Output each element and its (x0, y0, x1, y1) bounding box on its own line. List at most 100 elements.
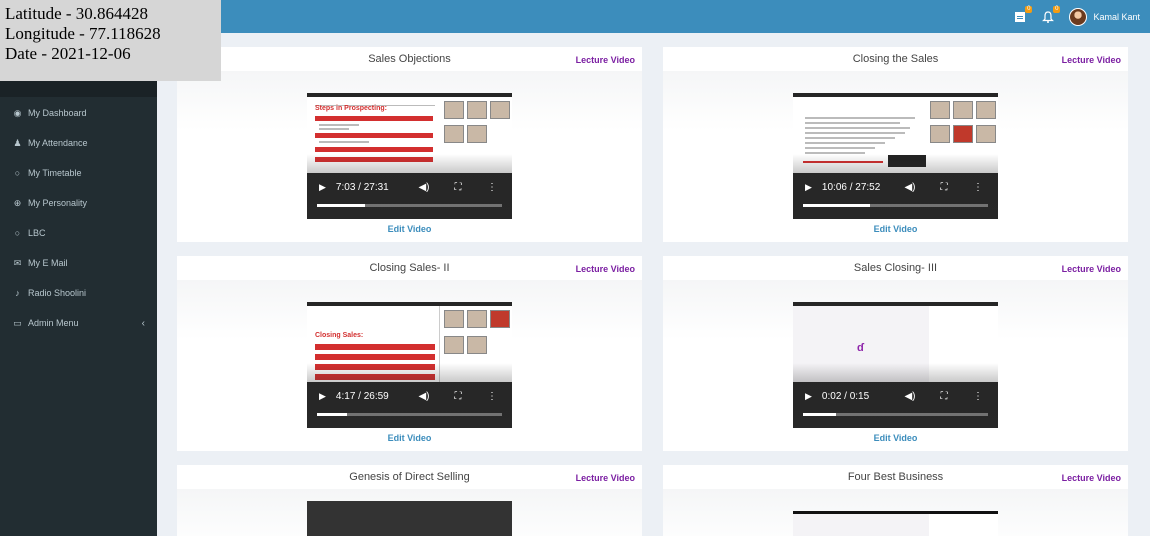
volume-icon[interactable]: ◀) (416, 182, 432, 193)
fullscreen-icon[interactable]: ⛶ (450, 391, 466, 402)
card-title: Closing Sales- II (369, 262, 450, 274)
play-icon[interactable]: ▶ (805, 182, 812, 193)
video-controls: ▶ 4:17 / 26:59 ◀) ⛶ ⋮ (307, 388, 512, 404)
video-player[interactable] (307, 501, 512, 536)
globe-icon: ⊕ (13, 197, 22, 208)
video-progress-bar[interactable] (803, 413, 988, 416)
lecture-video-link[interactable]: Lecture Video (1062, 473, 1121, 483)
participant-thumb (953, 101, 973, 119)
edit-video-link[interactable]: Edit Video (177, 433, 642, 443)
participant-thumb (976, 101, 996, 119)
participant-thumb (467, 101, 487, 119)
edit-video-link[interactable]: Edit Video (663, 224, 1128, 234)
participant-thumb (444, 336, 464, 354)
bell-icon[interactable]: 0 (1041, 6, 1061, 24)
lecture-card: Genesis of Direct Selling Lecture Video (177, 465, 642, 536)
user-icon: ♟ (13, 137, 22, 148)
lecture-card: Four Best Business Lecture Video (663, 465, 1128, 536)
tasks-icon[interactable]: 0 (1013, 6, 1033, 24)
navbar-right: 0 0 Kamal Kant (1013, 6, 1140, 28)
video-time: 4:17 / 26:59 (335, 390, 389, 402)
participant-thumb (490, 101, 510, 119)
video-progress-bar[interactable] (317, 204, 502, 207)
circle-icon: ○ (14, 228, 21, 238)
date-text: Date - 2021-12-06 (5, 44, 131, 63)
video-progress-bar[interactable] (803, 204, 988, 207)
video-player[interactable]: Steps in Prospecting: ▶ 7:03 / 27:31 ◀) (307, 93, 512, 219)
avatar (1069, 8, 1088, 26)
lecture-video-link[interactable]: Lecture Video (576, 264, 635, 274)
microphone-icon: ♪ (15, 288, 20, 298)
tasks-badge: 0 (1025, 6, 1033, 13)
more-options-icon[interactable]: ⋮ (484, 391, 500, 402)
main-content: Sales Objections Lecture Video Steps in … (157, 33, 1150, 536)
lecture-card: Sales Closing- III Lecture Video ɗ ▶ 0:0… (663, 256, 1128, 451)
geo-location-overlay: Latitude - 30.864428 Longitude - 77.1186… (0, 0, 221, 81)
video-progress-fill (803, 413, 837, 416)
sidebar-item-label: My Personality (28, 198, 88, 208)
participant-thumb (976, 125, 996, 143)
lecture-video-link[interactable]: Lecture Video (576, 55, 635, 65)
fullscreen-icon[interactable]: ⛶ (936, 391, 952, 402)
card-title: Sales Closing- III (853, 262, 938, 274)
sidebar-item-lbc[interactable]: ○ LBC (0, 218, 157, 248)
participant-thumb (444, 101, 464, 119)
lecture-card: Closing Sales- II Lecture Video Closing … (177, 256, 642, 451)
sidebar-item-radio-shoolini[interactable]: ♪ Radio Shoolini (0, 278, 157, 308)
participant-thumb (467, 310, 487, 328)
participant-thumb (444, 310, 464, 328)
video-player[interactable]: Closing Sales: ▶ 4:17 / 26:59 ◀) ⛶ ⋮ (307, 302, 512, 428)
video-progress-fill (803, 204, 870, 207)
lecture-card: Sales Objections Lecture Video Steps in … (177, 47, 642, 242)
participant-thumb (444, 125, 464, 143)
laptop-icon: ▭ (13, 317, 22, 328)
sidebar-item-my-timetable[interactable]: ○ My Timetable (0, 158, 157, 188)
video-progress-fill (317, 413, 347, 416)
sidebar-item-label: Admin Menu (28, 318, 79, 328)
video-progress-fill (317, 204, 366, 207)
play-icon[interactable]: ▶ (319, 391, 326, 402)
sidebar-item-my-attendance[interactable]: ♟ My Attendance (0, 128, 157, 158)
sidebar-item-my-e-mail[interactable]: ✉ My E Mail (0, 248, 157, 278)
video-time: 10:06 / 27:52 (821, 181, 881, 193)
video-player[interactable]: ▶ 10:06 / 27:52 ◀) ⛶ ⋮ (793, 93, 998, 219)
latitude-text: Latitude - 30.864428 (5, 4, 149, 23)
fullscreen-icon[interactable]: ⛶ (450, 182, 466, 193)
user-menu[interactable]: Kamal Kant (1069, 8, 1140, 26)
lecture-video-link[interactable]: Lecture Video (1062, 55, 1121, 65)
play-icon[interactable]: ▶ (319, 182, 326, 193)
video-player[interactable]: ɗ ▶ 0:02 / 0:15 ◀) ⛶ ⋮ (793, 302, 998, 428)
fullscreen-icon[interactable]: ⛶ (936, 182, 952, 193)
volume-icon[interactable]: ◀) (902, 182, 918, 193)
participant-thumb (930, 125, 950, 143)
more-options-icon[interactable]: ⋮ (484, 182, 500, 193)
circle-icon: ○ (14, 168, 21, 178)
card-title: Sales Objections (368, 53, 451, 65)
video-time: 0:02 / 0:15 (821, 390, 870, 402)
volume-icon[interactable]: ◀) (902, 391, 918, 402)
participant-thumb (953, 125, 973, 143)
chevron-left-icon[interactable]: ‹ (142, 318, 145, 329)
volume-icon[interactable]: ◀) (416, 391, 432, 402)
more-options-icon[interactable]: ⋮ (970, 391, 986, 402)
longitude-text: Longitude - 77.118628 (5, 24, 161, 43)
more-options-icon[interactable]: ⋮ (970, 182, 986, 193)
sidebar-item-my-personality[interactable]: ⊕ My Personality (0, 188, 157, 218)
sidebar-item-admin-menu[interactable]: ▭ Admin Menu ‹ (0, 308, 157, 338)
user-name: Kamal Kant (1093, 12, 1140, 22)
edit-video-link[interactable]: Edit Video (663, 433, 1128, 443)
video-player[interactable] (793, 511, 998, 536)
sidebar-item-my-dashboard[interactable]: ◉ My Dashboard (0, 98, 157, 128)
lecture-video-link[interactable]: Lecture Video (1062, 264, 1121, 274)
video-controls: ▶ 0:02 / 0:15 ◀) ⛶ ⋮ (793, 388, 998, 404)
participant-thumb (467, 336, 487, 354)
participant-thumb (467, 125, 487, 143)
lecture-video-link[interactable]: Lecture Video (576, 473, 635, 483)
edit-video-link[interactable]: Edit Video (177, 224, 642, 234)
sidebar-item-label: My Dashboard (28, 108, 87, 118)
sidebar: ◉ My Dashboard ♟ My Attendance ○ My Timetable… (0, 33, 157, 536)
play-icon[interactable]: ▶ (805, 391, 812, 402)
video-progress-bar[interactable] (317, 413, 502, 416)
participant-thumb (930, 101, 950, 119)
loading-logo-icon: ɗ (857, 342, 864, 354)
